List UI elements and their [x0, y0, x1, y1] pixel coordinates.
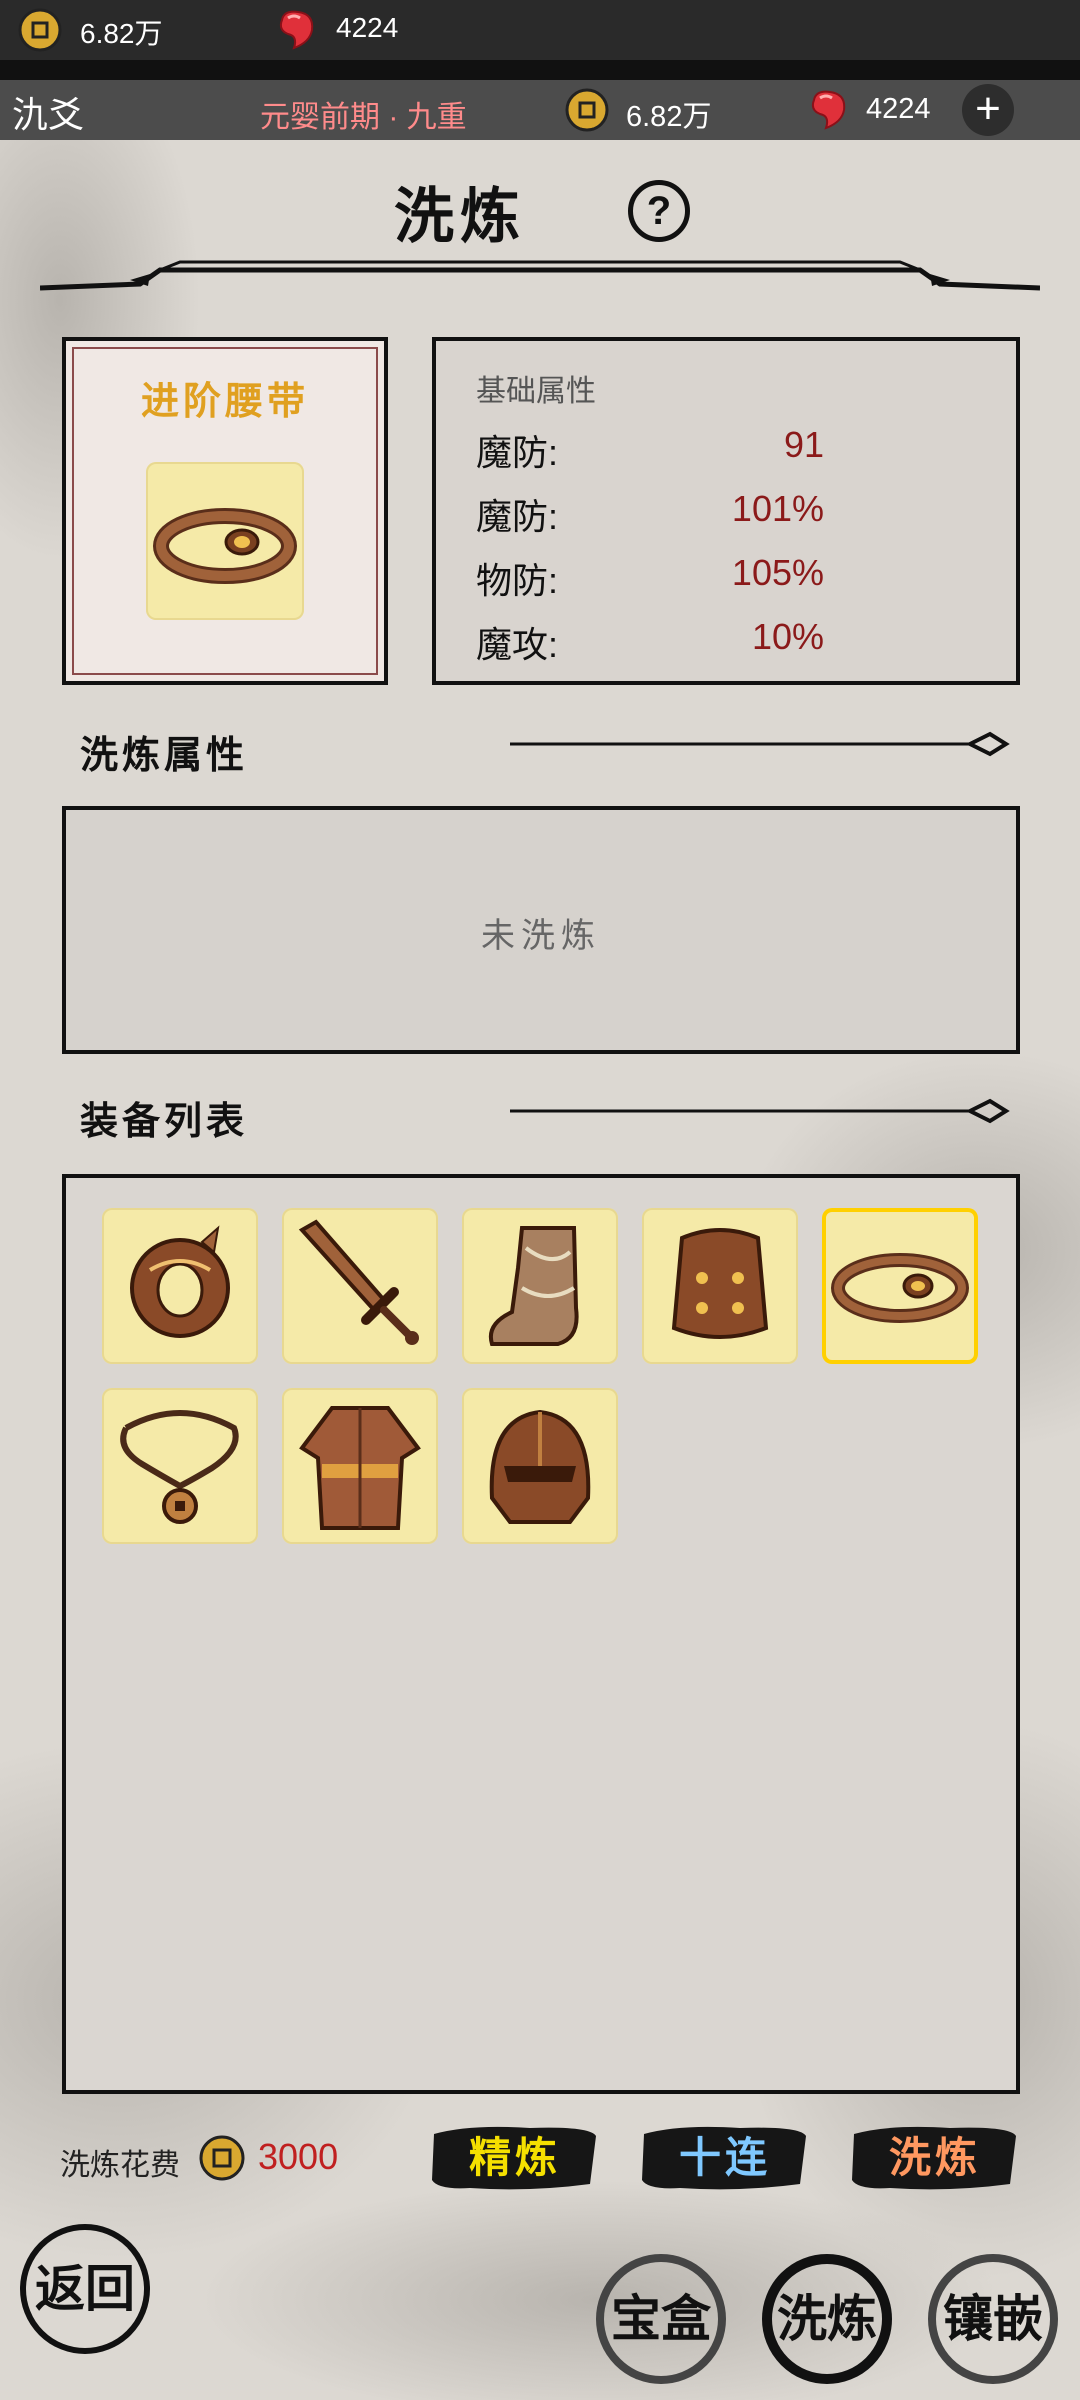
ring-icon — [130, 1225, 230, 1338]
equip-slot-belt[interactable] — [822, 1208, 978, 1364]
refine-button[interactable]: 洗炼 — [850, 2122, 1020, 2194]
inlay-button[interactable]: 镶嵌 — [928, 2254, 1058, 2384]
equip-slot-robe[interactable] — [282, 1388, 438, 1544]
attr-label: 魔防: — [476, 432, 559, 473]
help-button[interactable]: ? — [628, 180, 690, 242]
divider — [0, 60, 1080, 80]
boots-icon — [489, 1226, 579, 1346]
page-title: 洗炼 — [394, 182, 526, 252]
attr-value: 105% — [731, 552, 824, 593]
robe-icon — [299, 1406, 421, 1530]
coin-icon — [565, 88, 609, 132]
title-ornament — [40, 260, 1040, 291]
equip-slot-helmet[interactable] — [462, 1388, 618, 1544]
equip-slot-ring[interactable] — [102, 1208, 258, 1364]
treasure-box-button[interactable]: 宝盒 — [596, 2254, 726, 2384]
base-attributes-heading: 基础属性 — [476, 375, 596, 408]
ten-pull-button[interactable]: 十连 — [640, 2122, 810, 2194]
equip-slot-necklace[interactable] — [102, 1388, 258, 1544]
armor-icon — [671, 1228, 769, 1339]
refine-cost-label: 洗炼花费 — [60, 2149, 180, 2182]
belt-icon — [831, 1253, 969, 1323]
refine-tab-button[interactable]: 洗炼 — [762, 2254, 892, 2384]
status-coins: 6.82万 — [80, 18, 163, 49]
player-name: 氿爻 — [12, 94, 85, 135]
helmet-icon — [489, 1409, 591, 1524]
necklace-icon — [120, 1410, 239, 1524]
header-coins: 6.82万 — [626, 101, 712, 133]
attr-value: 10% — [751, 616, 824, 657]
equip-section-title: 装备列表 — [80, 1098, 249, 1143]
back-button[interactable]: 返回 — [20, 2224, 150, 2354]
attr-value: 101% — [731, 488, 824, 529]
attr-label: 物防: — [476, 560, 559, 601]
gem-icon — [279, 10, 314, 50]
refine-plus-button[interactable]: 精炼 — [430, 2122, 600, 2194]
attr-label: 魔防: — [476, 496, 559, 537]
header-gems: 4224 — [866, 93, 931, 125]
refine-empty-text: 未洗炼 — [481, 916, 601, 956]
realm-label: 元婴前期 · 九重 — [260, 101, 467, 134]
ten-pull-label: 十连 — [678, 2133, 771, 2182]
status-gems: 4224 — [336, 12, 399, 43]
item-preview-slot — [146, 462, 304, 620]
add-currency-button[interactable]: + — [962, 84, 1014, 136]
coin-icon — [199, 2135, 245, 2181]
refine-plus-label: 精炼 — [468, 2133, 561, 2182]
attr-label: 魔攻: — [476, 624, 559, 665]
equip-slot-boots[interactable] — [462, 1208, 618, 1364]
attr-value: 91 — [783, 424, 824, 465]
belt-icon — [153, 508, 297, 584]
refine-cost-value: 3000 — [258, 2136, 339, 2177]
section-divider — [510, 731, 1010, 757]
gem-icon — [811, 90, 846, 130]
refine-label: 洗炼 — [888, 2133, 981, 2182]
equip-slot-armor[interactable] — [642, 1208, 798, 1364]
item-name: 进阶腰带 — [140, 378, 309, 423]
sword-icon — [298, 1219, 419, 1345]
equip-slot-sword[interactable] — [282, 1208, 438, 1364]
section-divider — [510, 1098, 1010, 1124]
coin-icon — [18, 8, 62, 52]
refine-section-title: 洗炼属性 — [80, 732, 249, 777]
